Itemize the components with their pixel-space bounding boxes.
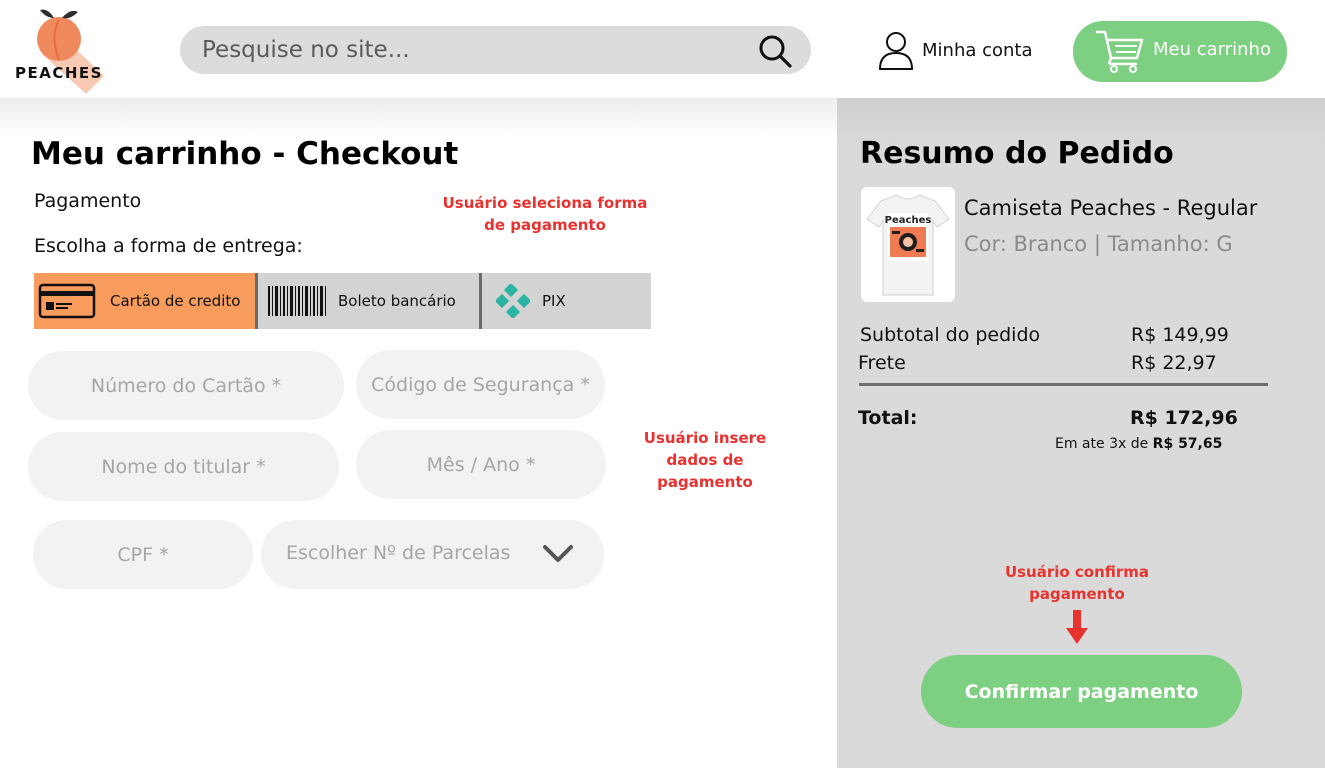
summary-title: Resumo do Pedido (860, 136, 1174, 171)
tab-pix[interactable]: PIX (479, 273, 651, 329)
my-account-link[interactable]: Minha conta (878, 30, 1033, 70)
pix-icon (496, 284, 530, 318)
credit-card-icon (38, 283, 96, 319)
peaches-logo[interactable]: PEACHES (12, 6, 122, 96)
cart-button[interactable]: Meu carrinho (1073, 21, 1287, 82)
arrow-down-icon (1066, 610, 1088, 644)
expiry-input[interactable] (356, 430, 606, 499)
holder-name-input[interactable] (28, 432, 339, 501)
page-title: Meu carrinho - Checkout (31, 136, 459, 172)
search-input[interactable] (202, 26, 742, 74)
tshirt-print-text: Peaches (885, 215, 932, 226)
holder-name-field (28, 432, 339, 501)
installment-prefix: Em ate 3x de (1055, 436, 1149, 452)
summary-divider (859, 383, 1268, 386)
payment-section-label: Pagamento (34, 190, 142, 212)
order-summary-panel: Resumo do Pedido Peaches Camiseta Peache… (837, 98, 1325, 768)
installment-value: R$ 57,65 (1152, 436, 1223, 452)
total-label: Total: (858, 407, 918, 429)
product-thumbnail: Peaches (861, 187, 955, 302)
payment-method-tabs: Cartão de credito Boleto bancário PIX (34, 273, 651, 329)
card-number-input[interactable] (28, 351, 344, 420)
my-account-label: Minha conta (922, 39, 1033, 61)
shipping-value: R$ 22,97 (1131, 352, 1217, 374)
expiry-field (356, 430, 606, 499)
peach-logo-icon (37, 9, 104, 94)
total-value: R$ 172,96 (1130, 407, 1238, 429)
cpf-input[interactable] (33, 520, 253, 589)
barcode-icon (268, 286, 326, 316)
tab-credit-card[interactable]: Cartão de credito (34, 273, 255, 329)
tshirt-image: Peaches (866, 194, 950, 296)
user-icon (878, 32, 914, 70)
product-name: Camiseta Peaches - Regular (964, 196, 1258, 220)
installments-select[interactable]: Escolher Nº de Parcelas (261, 520, 604, 589)
shipping-label: Frete (858, 352, 906, 374)
site-header: PEACHES Minha conta Meu carrinho (0, 0, 1325, 98)
checkout-panel: Meu carrinho - Checkout Pagamento Escolh… (0, 98, 837, 768)
search-icon[interactable] (757, 33, 793, 69)
tab-boleto-label: Boleto bancário (338, 292, 456, 310)
tab-credit-card-label: Cartão de credito (110, 292, 241, 310)
logo-text: PEACHES (15, 64, 103, 82)
annotation-select-payment: Usuário seleciona forma de pagamento (442, 194, 648, 234)
product-variant: Cor: Branco | Tamanho: G (964, 232, 1233, 256)
cpf-field (33, 520, 253, 589)
installments-select-text: Escolher Nº de Parcelas (286, 542, 511, 564)
delivery-method-label: Escolha a forma de entrega: (34, 235, 303, 257)
card-number-field (28, 351, 344, 420)
annotation-insert-data: Usuário insere dados de pagamento (643, 429, 767, 491)
cart-label: Meu carrinho (1153, 39, 1271, 60)
installment-info: Em ate 3x de R$ 57,65 (1055, 436, 1222, 452)
security-code-field (356, 350, 605, 419)
tab-pix-label: PIX (542, 292, 566, 310)
tab-boleto[interactable]: Boleto bancário (255, 273, 479, 329)
chevron-down-icon (543, 545, 573, 562)
confirm-payment-button[interactable]: Confirmar pagamento (921, 655, 1242, 728)
annotation-confirm-payment: Usuário confirma pagamento (1004, 563, 1150, 603)
shopping-cart-icon (1095, 30, 1144, 73)
search-bar[interactable] (180, 26, 811, 74)
security-code-input[interactable] (356, 350, 605, 419)
subtotal-label: Subtotal do pedido (860, 324, 1041, 346)
subtotal-value: R$ 149,99 (1131, 324, 1229, 346)
